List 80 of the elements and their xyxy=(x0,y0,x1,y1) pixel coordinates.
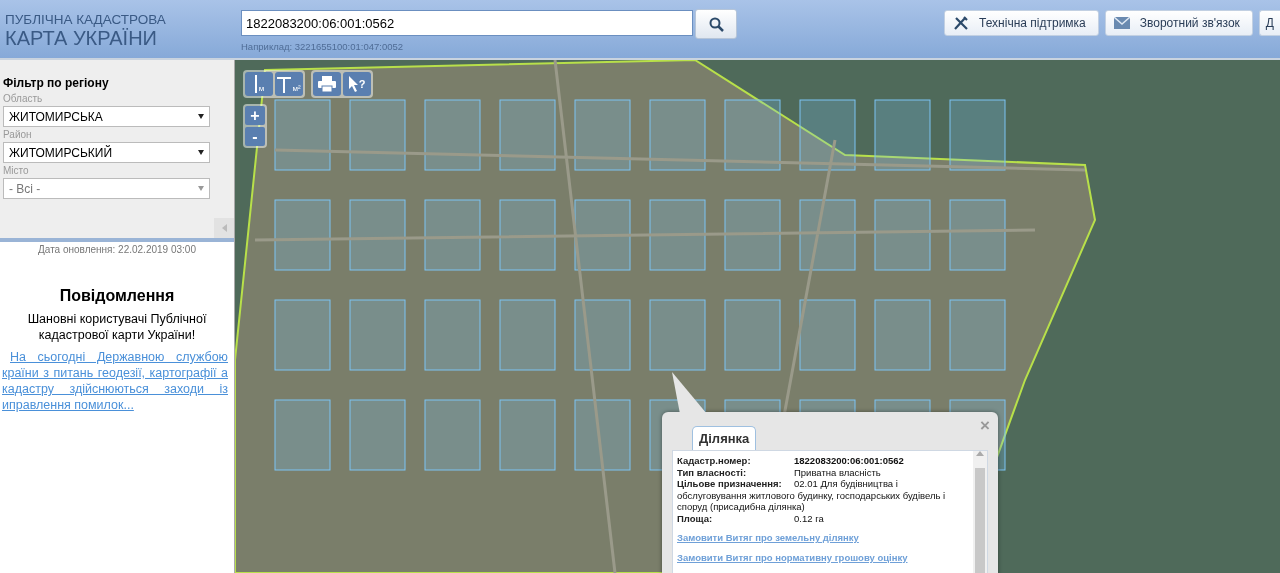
zoom-button[interactable]: + xyxy=(245,106,265,125)
measure-button[interactable]: м² xyxy=(275,72,303,96)
parcel-outline xyxy=(724,99,781,171)
select-dropdown[interactable]: ЖИТОМИРСЬКА xyxy=(3,106,210,127)
ruler-icon xyxy=(253,75,258,93)
parcel-field: Тип власності: Приватна власність xyxy=(677,466,969,478)
parcel-outline xyxy=(799,199,856,271)
parcel-outline xyxy=(649,199,706,271)
parcel-outline xyxy=(724,299,781,371)
notice-link[interactable]: На сьогодні Державною службою країни з питань геодезії, картографії а кадастру здійснюються заходи із иправлення помилок... xyxy=(2,349,228,413)
logo-title: КАРТА УКРАЇНИ xyxy=(5,27,158,49)
envelope-icon xyxy=(1113,17,1130,29)
parcel-outline xyxy=(949,99,1006,171)
order-link[interactable]: Замовити Витяг про нормативну грошову оцінку xyxy=(677,551,969,563)
header-button[interactable]: Технічна підтримка xyxy=(944,10,1099,36)
popup-tab[interactable]: Ділянка xyxy=(692,426,757,450)
parcel-outline xyxy=(949,299,1006,371)
parcel-outline xyxy=(649,299,706,371)
search-field[interactable]: 1822083200:06:001:0562 xyxy=(241,10,693,36)
parcel-outline xyxy=(874,99,931,171)
parcel-outline xyxy=(424,399,481,471)
parcel-outline xyxy=(874,199,931,271)
search-icon xyxy=(708,16,724,32)
logo-text: ПУБЛІЧНА КАДАСТРОВА xyxy=(5,12,167,27)
parcel-outline xyxy=(724,199,781,271)
parcel-outline xyxy=(574,399,631,471)
search-button[interactable] xyxy=(695,9,737,39)
parcel-outline xyxy=(349,99,406,171)
parcel-outline xyxy=(499,399,556,471)
parcel-outline xyxy=(649,99,706,171)
select-dropdown[interactable]: ЖИТОМИРСЬКИЙ xyxy=(3,142,210,163)
scroll-up-icon xyxy=(976,451,984,456)
zoom-button[interactable]: - xyxy=(245,127,265,146)
parcel-outline xyxy=(499,199,556,271)
parcel-outline xyxy=(274,399,331,471)
parcel-outline xyxy=(499,299,556,371)
parcel-outline xyxy=(799,99,856,171)
header-button[interactable]: Д xyxy=(1258,10,1280,36)
field-label: Район xyxy=(3,129,33,140)
parcel-field: Цільове призначення: 02.01 Для будівництва і обслуговування житлового будинку, господарських будівель і споруд (присадибна ділянка) xyxy=(677,478,969,513)
update-date: Дата оновлення: 22.02.2019 03:00 xyxy=(37,244,197,255)
parcel-outline xyxy=(349,299,406,371)
order-link[interactable]: Замовити Витяг про земельну ділянку xyxy=(677,532,969,544)
parcel-outline xyxy=(874,299,931,371)
parcel-outline xyxy=(349,399,406,471)
measure-button[interactable]: м xyxy=(245,72,273,96)
field-label: Область xyxy=(3,93,44,104)
filter-title: Фільтр по регіону xyxy=(3,76,110,90)
parcel-field: Площа: 0.12 га xyxy=(677,512,969,524)
tools-icon xyxy=(953,15,970,31)
notice-greeting: Шановні користувачі Публічної кадастрової карти України! xyxy=(26,311,208,343)
caret-icon xyxy=(198,150,204,155)
triangle-left-icon xyxy=(221,224,227,232)
parcel-outline xyxy=(274,199,331,271)
parcel-outline xyxy=(349,199,406,271)
parcel-outline xyxy=(574,199,631,271)
parcel-outline xyxy=(274,99,331,171)
parcel-outline xyxy=(274,299,331,371)
notice-title: Повідомлення xyxy=(58,287,176,305)
info-button[interactable]: ? xyxy=(343,72,371,96)
parcel-outline xyxy=(574,299,631,371)
parcel-outline xyxy=(424,299,481,371)
search-hint: Наприклад: 3221655100:01:047:0052 xyxy=(241,41,405,52)
caret-icon xyxy=(198,186,204,191)
close-button[interactable]: × xyxy=(980,416,990,436)
parcel-outline xyxy=(424,199,481,271)
parcel-outline xyxy=(499,99,556,171)
printer-icon xyxy=(318,76,336,92)
scrollbar[interactable] xyxy=(973,451,987,573)
parcel-outline xyxy=(799,299,856,371)
area-icon xyxy=(277,75,292,93)
header-button[interactable]: Зворотний зв'язок xyxy=(1104,10,1253,36)
print-button[interactable] xyxy=(313,72,341,96)
field-label: Місто xyxy=(3,165,30,176)
parcel-field: Кадастр.номер: 1822083200:06:001:0562 xyxy=(677,455,969,467)
parcel-outline xyxy=(574,99,631,171)
parcel-outline xyxy=(424,99,481,171)
cursor-icon xyxy=(348,76,358,92)
caret-icon xyxy=(198,114,204,119)
parcel-outline xyxy=(949,199,1006,271)
